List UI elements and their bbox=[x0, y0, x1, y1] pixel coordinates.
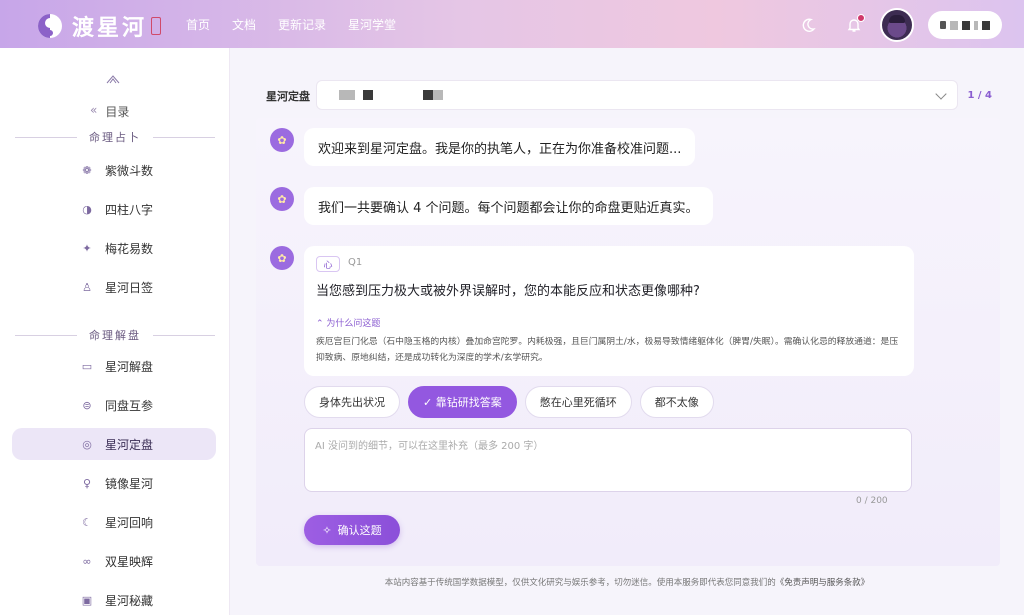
notification-dot bbox=[857, 14, 865, 22]
note-box bbox=[304, 428, 912, 492]
bazi-icon: ◑ bbox=[82, 202, 92, 216]
chat-area: 欢迎来到星河定盘。我是你的执笔人，正在为你准备校准问题... 我们一共要确认 4… bbox=[256, 118, 1000, 566]
option-loop[interactable]: 憋在心里死循环 bbox=[524, 386, 632, 418]
bot-avatar bbox=[270, 187, 294, 211]
option-research[interactable]: ✓ 靠钻研找答案 bbox=[408, 386, 517, 418]
char-count: 0 / 200 bbox=[856, 496, 888, 506]
section-divination: 命理占卜 bbox=[0, 129, 230, 145]
sidebar-item-compare[interactable]: ⊜ 同盘互参 bbox=[12, 389, 216, 421]
footer-text: 本站内容基于传统国学数据模型，仅供文化研究与娱乐参考，切勿迷信。使用本服务即代表… bbox=[384, 578, 776, 588]
sidebar-item-label: 紫微斗数 bbox=[105, 163, 154, 178]
twin-stars-icon: ∞ bbox=[82, 554, 92, 568]
chart-select[interactable] bbox=[316, 80, 958, 110]
sidebar-item-mirror[interactable]: ♀ 镜像星河 bbox=[12, 467, 216, 499]
section-reading: 命理解盘 bbox=[0, 327, 230, 343]
option-body[interactable]: 身体先出状况 bbox=[304, 386, 400, 418]
seal-icon bbox=[151, 17, 162, 35]
sidebar-item-label: 星河秘藏 bbox=[105, 593, 154, 608]
question-number: Q1 bbox=[348, 257, 363, 268]
sparkle-icon: ✧ bbox=[322, 523, 332, 537]
chat-icon: ▭ bbox=[81, 359, 93, 373]
sidebar-item-twin-stars[interactable]: ∞ 双星映辉 bbox=[12, 545, 216, 577]
user-menu-button[interactable] bbox=[928, 11, 1002, 39]
sidebar-item-label: 同盘互参 bbox=[105, 398, 154, 413]
compare-icon: ⊜ bbox=[82, 398, 92, 412]
sidebar-item-label: 梅花易数 bbox=[105, 241, 154, 256]
question-tag: 心 bbox=[316, 256, 340, 272]
selected-chart-value bbox=[339, 90, 443, 100]
logo-text: 渡星河 bbox=[72, 15, 148, 41]
nav-academy[interactable]: 星河学堂 bbox=[348, 16, 396, 33]
target-icon: ◎ bbox=[82, 437, 92, 451]
sidebar-item-label: 双星映辉 bbox=[105, 554, 154, 569]
mirror-icon: ♀ bbox=[82, 476, 92, 490]
bot-avatar bbox=[270, 246, 294, 270]
sidebar-item-daily-sign[interactable]: ♙ 星河日签 bbox=[12, 271, 216, 303]
sidebar-item-echo[interactable]: ☾ 星河回响 bbox=[12, 506, 216, 538]
header-actions bbox=[800, 8, 1002, 42]
note-input[interactable] bbox=[305, 429, 911, 491]
toc-toggle[interactable]: « 目录 bbox=[90, 103, 129, 120]
nav-docs[interactable]: 文档 bbox=[232, 16, 256, 33]
avatar[interactable] bbox=[880, 8, 914, 42]
message-bubble: 我们一共要确认 4 个问题。每个问题都会让你的命盘更贴近真实。 bbox=[304, 187, 713, 225]
option-none[interactable]: 都不太像 bbox=[639, 386, 714, 418]
question-progress: 1 / 4 bbox=[967, 90, 992, 101]
confirm-button[interactable]: ✧ 确认这题 bbox=[304, 515, 400, 545]
question-text: 当您感到压力极大或被外界误解时，您的本能反应和状态更像哪种? bbox=[316, 284, 700, 299]
sidebar-item-label: 镜像星河 bbox=[105, 476, 154, 491]
sidebar-item-label: 星河回响 bbox=[105, 515, 154, 530]
toc-label: 目录 bbox=[105, 105, 130, 119]
sidebar-item-label: 星河日签 bbox=[105, 280, 154, 295]
why-explanation: 疾厄宫巨门化忌（石中隐玉格的内核）叠加命宫陀罗。内耗极强，且巨门属阴土/水，极易… bbox=[316, 337, 899, 363]
chevron-down-icon bbox=[935, 88, 947, 100]
moon-icon[interactable] bbox=[800, 17, 816, 33]
message-bubble: 欢迎来到星河定盘。我是你的执笔人，正在为你准备校准问题... bbox=[304, 128, 696, 166]
confirm-label: 确认这题 bbox=[337, 524, 382, 537]
sidebar-item-calibration[interactable]: ◎ 星河定盘 bbox=[12, 428, 216, 460]
top-bar: 渡星河 首页 文档 更新记录 星河学堂 bbox=[0, 0, 1024, 48]
logo[interactable]: 渡星河 bbox=[38, 10, 162, 42]
sidebar-item-reading[interactable]: ▭ 星河解盘 bbox=[12, 350, 216, 382]
echo-icon: ☾ bbox=[82, 515, 92, 529]
why-toggle[interactable]: ⌃ 为什么问这题 bbox=[316, 316, 380, 329]
bot-avatar bbox=[270, 128, 294, 152]
daily-sign-icon: ♙ bbox=[82, 280, 92, 294]
nav-home[interactable]: 首页 bbox=[186, 16, 210, 33]
bell-icon[interactable] bbox=[846, 14, 865, 33]
top-nav: 首页 文档 更新记录 星河学堂 bbox=[186, 16, 396, 33]
answer-options: 身体先出状况 ✓ 靠钻研找答案 憋在心里死循环 都不太像 bbox=[304, 386, 714, 418]
sidebar-item-ziwei[interactable]: ❁ 紫微斗数 bbox=[12, 154, 216, 186]
calibration-label: 星河定盘 bbox=[266, 90, 310, 103]
sidebar-item-treasure[interactable]: ▣ 星河秘藏 bbox=[12, 584, 216, 615]
sidebar-item-label: 星河定盘 bbox=[105, 437, 154, 452]
sidebar-item-meihua[interactable]: ✦ 梅花易数 bbox=[12, 232, 216, 264]
ziwei-icon: ❁ bbox=[82, 163, 92, 177]
sidebar-item-label: 四柱八字 bbox=[105, 202, 154, 217]
meihua-icon: ✦ bbox=[82, 241, 92, 255]
sidebar: « 目录 命理占卜 ❁ 紫微斗数 ◑ 四柱八字 ✦ 梅花易数 ♙ 星河日签 命理… bbox=[0, 48, 230, 615]
question-card: 心 Q1 当您感到压力极大或被外界误解时，您的本能反应和状态更像哪种? ⌃ 为什… bbox=[304, 246, 914, 376]
terms-link[interactable]: 《免责声明与服务条款》 bbox=[776, 578, 870, 588]
calibration-bar: 星河定盘 1 / 4 bbox=[256, 78, 1000, 114]
footer: 本站内容基于传统国学数据模型，仅供文化研究与娱乐参考，切勿迷信。使用本服务即代表… bbox=[230, 576, 1024, 588]
treasure-icon: ▣ bbox=[81, 593, 93, 607]
ornament-icon bbox=[106, 75, 120, 84]
sidebar-item-bazi[interactable]: ◑ 四柱八字 bbox=[12, 193, 216, 225]
collapse-icon: « bbox=[90, 103, 98, 117]
yin-yang-icon bbox=[38, 14, 62, 38]
nav-changelog[interactable]: 更新记录 bbox=[278, 16, 326, 33]
sidebar-item-label: 星河解盘 bbox=[105, 359, 154, 374]
